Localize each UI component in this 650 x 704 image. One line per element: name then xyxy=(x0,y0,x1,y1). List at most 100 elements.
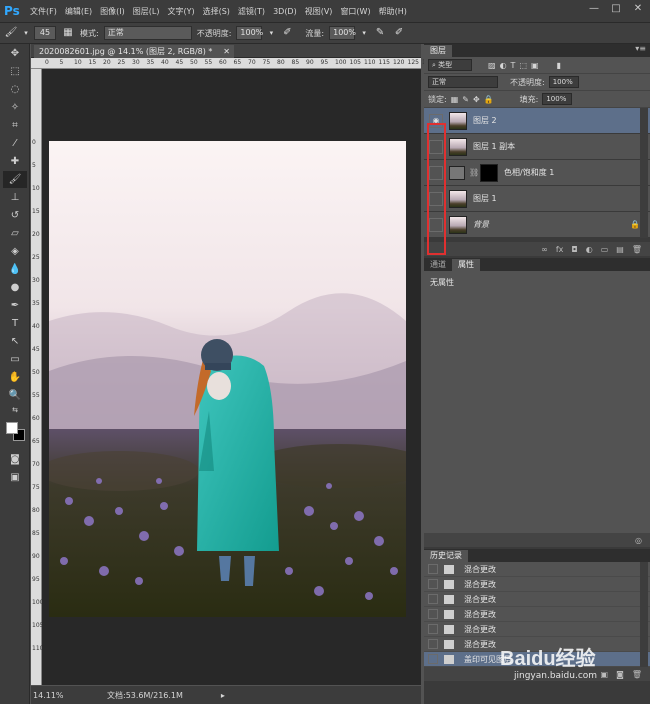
visibility-toggle[interactable] xyxy=(429,191,443,206)
lock-pixels-icon[interactable]: ✎ xyxy=(462,95,469,104)
magic-wand-tool-icon[interactable]: ✧ xyxy=(3,99,27,116)
menu-window[interactable]: 窗口(W) xyxy=(336,6,374,17)
path-selection-tool-icon[interactable]: ↖ xyxy=(3,333,27,350)
history-item[interactable]: 混合更改 xyxy=(424,562,650,577)
menu-select[interactable]: 选择(S) xyxy=(199,6,234,17)
lock-position-icon[interactable]: ✥ xyxy=(473,95,480,104)
pressure-opacity-icon[interactable]: ✐ xyxy=(280,26,294,40)
help-icon[interactable]: ◎ xyxy=(635,536,642,545)
history-scrollbar[interactable] xyxy=(640,562,648,667)
eyedropper-tool-icon[interactable]: ⁄ xyxy=(3,135,27,152)
layer-filter-select[interactable]: ⌕ 类型 xyxy=(428,59,472,71)
history-checkbox[interactable] xyxy=(428,609,438,619)
menu-view[interactable]: 视图(V) xyxy=(301,6,337,17)
close-button[interactable]: ✕ xyxy=(630,2,646,16)
dodge-tool-icon[interactable]: ● xyxy=(3,279,27,296)
minimize-button[interactable]: — xyxy=(586,2,602,16)
new-group-icon[interactable]: ▭ xyxy=(601,245,609,254)
snapshot-icon[interactable]: ◙ xyxy=(616,670,624,679)
history-checkbox[interactable] xyxy=(428,654,438,664)
hand-tool-icon[interactable]: ✋ xyxy=(3,369,27,386)
visibility-toggle[interactable] xyxy=(429,217,443,232)
menu-3d[interactable]: 3D(D) xyxy=(269,7,301,16)
menu-image[interactable]: 图像(I) xyxy=(96,6,129,17)
blur-tool-icon[interactable]: 💧 xyxy=(3,261,27,278)
layer-name[interactable]: 图层 2 xyxy=(473,115,497,126)
new-document-from-state-icon[interactable]: ▣ xyxy=(601,670,609,679)
paint-bucket-tool-icon[interactable]: ◈ xyxy=(3,243,27,260)
new-layer-icon[interactable]: ▤ xyxy=(616,245,624,254)
default-colors-icon[interactable]: ⇆ xyxy=(3,405,27,415)
fx-icon[interactable]: fx xyxy=(556,245,564,254)
lock-all-icon[interactable]: 🔒 xyxy=(484,95,494,104)
adjustment-icon[interactable]: ◐ xyxy=(586,245,593,254)
brush-tool-icon[interactable]: 🖌 xyxy=(4,26,18,40)
type-filter-icon[interactable]: T xyxy=(511,61,516,70)
maximize-button[interactable]: □ xyxy=(608,2,624,16)
rectangle-tool-icon[interactable]: ▭ xyxy=(3,351,27,368)
screen-mode-icon[interactable]: ▣ xyxy=(3,469,27,486)
zoom-tool-icon[interactable]: 🔍 xyxy=(3,387,27,404)
history-item[interactable]: 混合更改 xyxy=(424,577,650,592)
layer-name[interactable]: 图层 1 xyxy=(473,193,497,204)
layer-row[interactable]: ◉ 图层 2 xyxy=(424,108,650,134)
blend-mode-select[interactable]: 正常 xyxy=(428,76,498,88)
layers-scrollbar[interactable] xyxy=(640,108,648,238)
pixel-filter-icon[interactable]: ▨ xyxy=(488,61,496,70)
menu-help[interactable]: 帮助(H) xyxy=(375,6,411,17)
history-checkbox[interactable] xyxy=(428,639,438,649)
history-checkbox[interactable] xyxy=(428,579,438,589)
adjustment-filter-icon[interactable]: ◐ xyxy=(500,61,507,70)
trash-icon[interactable]: 🗑 xyxy=(632,670,642,679)
brush-tool-icon[interactable]: 🖌 xyxy=(3,171,27,188)
zoom-level[interactable]: 14.11% xyxy=(33,691,73,700)
airbrush-icon[interactable]: ✎ xyxy=(373,26,387,40)
layer-mask-thumbnail[interactable] xyxy=(480,163,498,182)
lasso-tool-icon[interactable]: ◌ xyxy=(3,81,27,98)
history-item[interactable]: 混合更改 xyxy=(424,592,650,607)
chevron-down-icon[interactable]: ▾ xyxy=(360,26,368,40)
layer-name[interactable]: 图层 1 副本 xyxy=(473,141,515,152)
healing-brush-tool-icon[interactable]: ✚ xyxy=(3,153,27,170)
document-tab[interactable]: 2020082601.jpg @ 14.1% (图层 2, RGB/8) * ✕ xyxy=(34,45,234,58)
history-item[interactable]: 混合更改 xyxy=(424,622,650,637)
menu-layer[interactable]: 图层(L) xyxy=(129,6,164,17)
link-chain-icon[interactable]: ⛓ xyxy=(469,168,479,177)
layer-name[interactable]: 色相/饱和度 1 xyxy=(504,167,554,178)
smart-object-filter-icon[interactable]: ▣ xyxy=(531,61,539,70)
layer-row[interactable]: 图层 1 副本 xyxy=(424,134,650,160)
layer-row[interactable]: 图层 1 xyxy=(424,186,650,212)
foreground-color-swatch[interactable] xyxy=(6,422,18,434)
filter-toggle-icon[interactable]: ▮ xyxy=(557,61,561,70)
flow-input[interactable]: 100% xyxy=(329,26,356,40)
add-mask-icon[interactable]: ◘ xyxy=(571,245,577,254)
menu-filter[interactable]: 滤镜(T) xyxy=(234,6,269,17)
visibility-toggle[interactable] xyxy=(429,139,443,154)
type-tool-icon[interactable]: T xyxy=(3,315,27,332)
pressure-size-icon[interactable]: ✐ xyxy=(392,26,406,40)
mode-select[interactable]: 正常 xyxy=(103,26,192,40)
chevron-right-icon[interactable]: ▸ xyxy=(221,691,225,700)
link-layers-icon[interactable]: ∞ xyxy=(541,245,548,254)
history-brush-tool-icon[interactable]: ↺ xyxy=(3,207,27,224)
layer-opacity-input[interactable]: 100% xyxy=(548,76,579,88)
history-checkbox[interactable] xyxy=(428,624,438,634)
history-checkbox[interactable] xyxy=(428,564,438,574)
fill-input[interactable]: 100% xyxy=(542,93,573,105)
menu-type[interactable]: 文字(Y) xyxy=(163,6,198,17)
brush-size-picker[interactable]: 45 xyxy=(34,26,56,40)
chevron-down-icon[interactable]: ▾ xyxy=(23,26,29,40)
eraser-tool-icon[interactable]: ▱ xyxy=(3,225,27,242)
history-item[interactable]: 混合更改 xyxy=(424,607,650,622)
crop-tool-icon[interactable]: ⌗ xyxy=(3,117,27,134)
color-swatches[interactable] xyxy=(3,419,26,447)
layer-name[interactable]: 背景 xyxy=(473,219,489,230)
eye-icon[interactable]: ◉ xyxy=(429,113,443,128)
visibility-toggle[interactable] xyxy=(429,165,443,180)
close-icon[interactable]: ✕ xyxy=(223,45,230,58)
clone-stamp-tool-icon[interactable]: ⊥ xyxy=(3,189,27,206)
marquee-tool-icon[interactable]: ⬚ xyxy=(3,63,27,80)
document-photo[interactable] xyxy=(49,141,406,617)
quick-mask-icon[interactable]: ◙ xyxy=(3,451,27,468)
layer-row[interactable]: 背景 🔒 xyxy=(424,212,650,238)
